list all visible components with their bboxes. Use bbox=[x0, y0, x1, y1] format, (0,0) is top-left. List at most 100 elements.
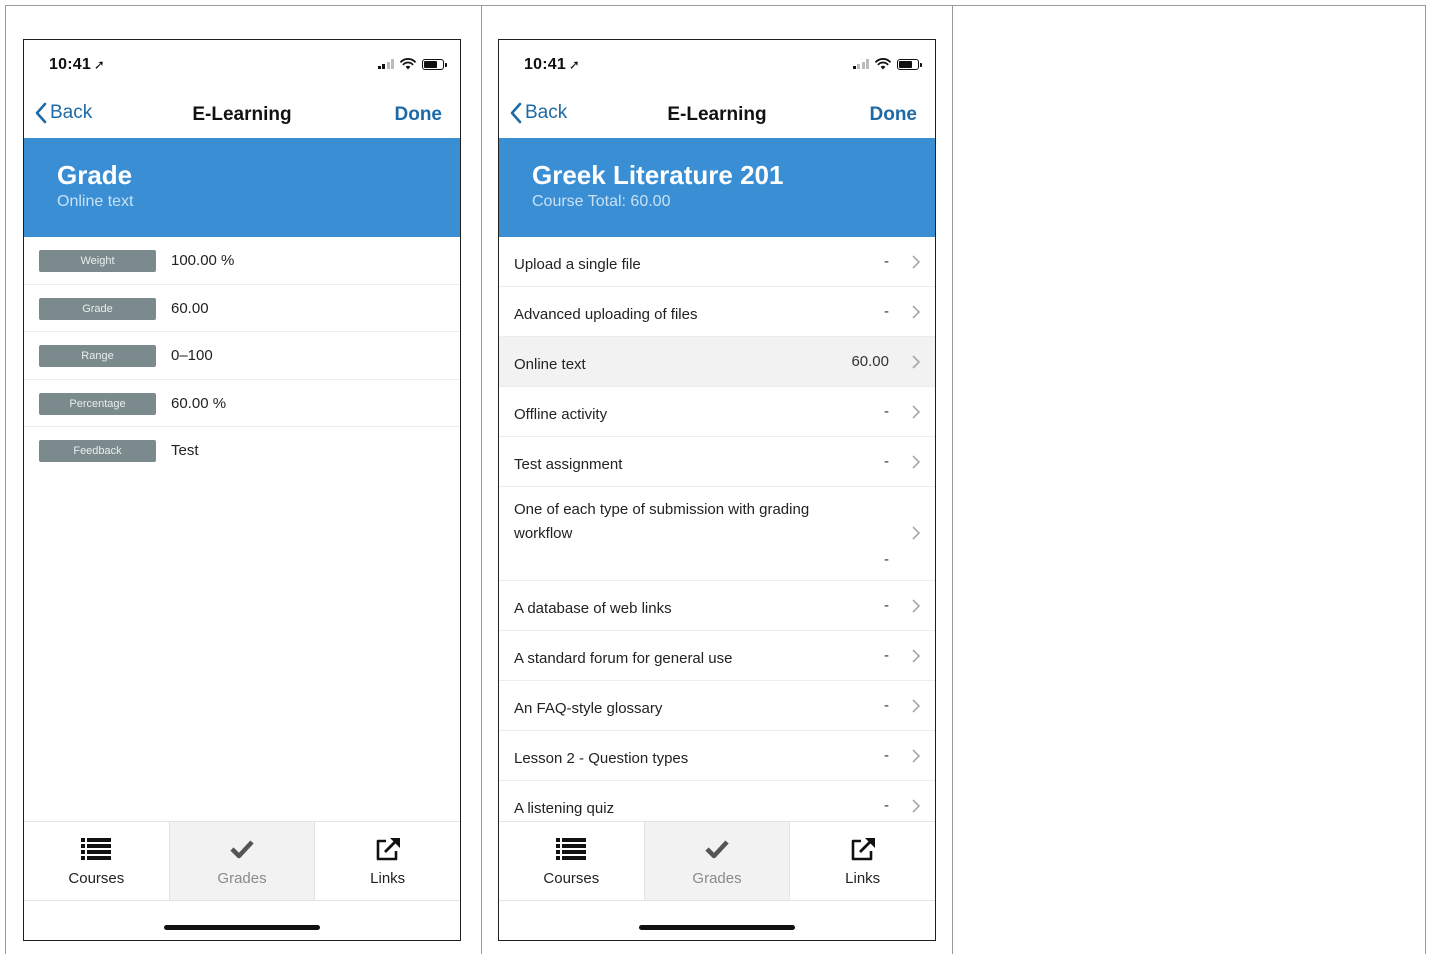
tab-courses[interactable]: Courses bbox=[499, 822, 645, 900]
status-bar: 10:41 ➚ bbox=[499, 40, 935, 92]
phone-screen-course-grades: 10:41 ➚ Back E-Learning Done Greek Litera… bbox=[498, 39, 936, 941]
grade-value: 60.00 % bbox=[171, 394, 227, 412]
item-score: - bbox=[884, 647, 889, 664]
item-name: Advanced uploading of files bbox=[514, 306, 698, 323]
grade-label-pill: Grade bbox=[39, 297, 156, 320]
wifi-icon bbox=[875, 58, 891, 70]
list-item[interactable]: Test assignment - bbox=[499, 437, 935, 487]
item-name: A listening quiz bbox=[514, 800, 615, 817]
item-score: - bbox=[884, 253, 889, 270]
item-name: Lesson 2 - Question types bbox=[514, 750, 689, 767]
item-score: - bbox=[884, 697, 889, 714]
item-name: Offline activity bbox=[514, 406, 608, 423]
status-time: 10:41 ➚ bbox=[524, 56, 580, 74]
item-score: - bbox=[884, 597, 889, 614]
tab-label: Links bbox=[370, 870, 406, 887]
grade-label-pill: Range bbox=[39, 345, 156, 367]
tab-label: Grades bbox=[692, 870, 742, 887]
navigation-bar: Back E-Learning Done bbox=[24, 92, 460, 138]
item-score: - bbox=[884, 453, 889, 470]
list-item[interactable]: An FAQ-style glossary - bbox=[499, 681, 935, 731]
checkmark-icon bbox=[230, 840, 254, 859]
cellular-signal-icon bbox=[377, 59, 394, 69]
chevron-right-icon bbox=[912, 699, 921, 713]
grade-label-pill: Weight bbox=[39, 250, 156, 272]
list-icon bbox=[556, 838, 587, 860]
status-time-text: 10:41 bbox=[49, 56, 91, 73]
status-icons bbox=[377, 58, 447, 70]
chevron-right-icon bbox=[912, 355, 921, 369]
chevron-right-icon bbox=[912, 305, 921, 319]
header-banner: Greek Literature 201 Course Total: 60.00 bbox=[499, 138, 935, 237]
item-name: Online text bbox=[514, 356, 586, 373]
bottom-tab-bar: Courses Grades Links bbox=[24, 821, 460, 901]
grade-label-pill: Percentage bbox=[39, 392, 156, 415]
location-arrow-icon: ➚ bbox=[93, 57, 106, 72]
item-score: - bbox=[884, 797, 889, 814]
tab-courses[interactable]: Courses bbox=[24, 822, 170, 900]
status-time-text: 10:41 bbox=[524, 56, 566, 73]
page-subtitle: Course Total: 60.00 bbox=[532, 193, 671, 210]
status-time: 10:41 ➚ bbox=[49, 56, 105, 74]
grade-value: Test bbox=[171, 442, 199, 459]
navigation-bar: Back E-Learning Done bbox=[499, 92, 935, 138]
status-bar: 10:41 ➚ bbox=[24, 40, 460, 92]
tab-grades[interactable]: Grades bbox=[169, 822, 316, 900]
grade-item-list: Upload a single file - Advanced uploadin… bbox=[499, 237, 935, 823]
grade-row-percentage: Percentage 60.00 % bbox=[24, 380, 460, 427]
tab-label: Courses bbox=[68, 870, 125, 887]
chevron-right-icon bbox=[912, 799, 921, 813]
list-item[interactable]: Lesson 2 - Question types - bbox=[499, 731, 935, 781]
grade-row-range: Range 0–100 bbox=[24, 332, 460, 380]
item-score: 60.00 bbox=[851, 353, 889, 370]
list-item[interactable]: A database of web links - bbox=[499, 581, 935, 631]
tab-label: Courses bbox=[543, 870, 600, 887]
location-arrow-icon: ➚ bbox=[568, 57, 581, 72]
checkmark-icon bbox=[705, 840, 729, 859]
battery-icon bbox=[422, 58, 447, 70]
tab-links[interactable]: Links bbox=[790, 822, 935, 900]
external-link-icon bbox=[851, 838, 875, 861]
status-icons bbox=[852, 58, 922, 70]
home-indicator[interactable] bbox=[639, 925, 795, 930]
list-item[interactable]: Offline activity - bbox=[499, 387, 935, 437]
item-score: - bbox=[884, 403, 889, 420]
column-divider bbox=[481, 5, 482, 954]
tab-grades[interactable]: Grades bbox=[644, 822, 791, 900]
item-name: Test assignment bbox=[514, 456, 623, 473]
list-icon bbox=[81, 838, 112, 860]
chevron-right-icon bbox=[912, 599, 921, 613]
page-subtitle: Online text bbox=[57, 193, 134, 210]
home-indicator[interactable] bbox=[164, 925, 320, 930]
grade-row-feedback: Feedback Test bbox=[24, 427, 460, 475]
done-button[interactable]: Done bbox=[870, 104, 918, 126]
chevron-right-icon bbox=[912, 749, 921, 763]
list-item-selected[interactable]: Online text 60.00 bbox=[499, 337, 935, 387]
grade-row-weight: Weight 100.00 % bbox=[24, 237, 460, 285]
list-item[interactable]: Upload a single file - bbox=[499, 237, 935, 287]
cellular-signal-icon bbox=[852, 59, 869, 69]
grade-detail-list: Weight 100.00 % Grade 60.00 Range 0–100 … bbox=[24, 237, 460, 475]
item-score: - bbox=[884, 747, 889, 764]
external-link-icon bbox=[376, 838, 400, 861]
list-item[interactable]: A standard forum for general use - bbox=[499, 631, 935, 681]
tab-links[interactable]: Links bbox=[315, 822, 460, 900]
item-score: - bbox=[884, 303, 889, 320]
grade-value: 100.00 % bbox=[171, 252, 235, 269]
chevron-right-icon bbox=[912, 255, 921, 269]
item-name: A standard forum for general use bbox=[514, 650, 733, 667]
tab-label: Links bbox=[845, 870, 881, 887]
done-button[interactable]: Done bbox=[395, 104, 443, 126]
chevron-right-icon bbox=[912, 649, 921, 663]
list-item[interactable]: A listening quiz - bbox=[499, 781, 935, 823]
grade-value: 60.00 bbox=[171, 299, 209, 317]
item-name: A database of web links bbox=[514, 600, 672, 617]
column-divider bbox=[952, 5, 953, 954]
list-item[interactable]: One of each type of submission with grad… bbox=[499, 487, 935, 581]
list-item[interactable]: Advanced uploading of files - bbox=[499, 287, 935, 337]
tab-label: Grades bbox=[217, 870, 267, 887]
item-name: Upload a single file bbox=[514, 256, 641, 273]
item-name: An FAQ-style glossary bbox=[514, 700, 663, 717]
item-score: - bbox=[884, 551, 889, 568]
grade-label-pill: Feedback bbox=[39, 440, 156, 462]
